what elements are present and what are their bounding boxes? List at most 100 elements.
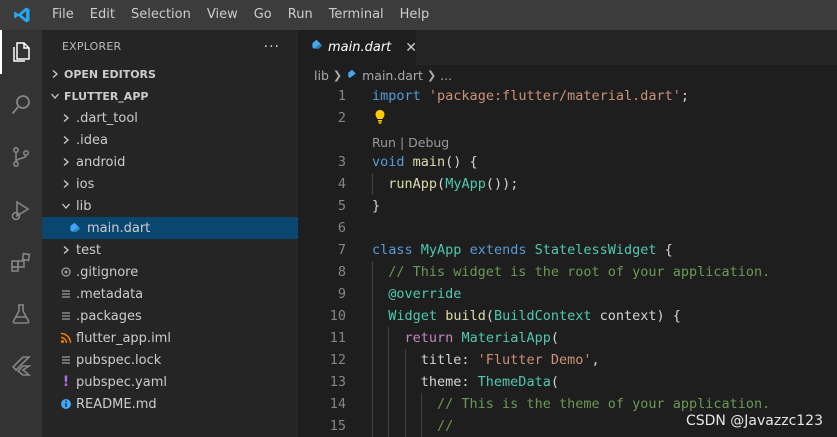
line-number: 6 bbox=[337, 220, 346, 236]
code-token: 'Flutter Demo' bbox=[477, 352, 592, 368]
line-number: 9 bbox=[337, 286, 346, 302]
code-token: extends bbox=[469, 242, 527, 258]
tab-main-dart[interactable]: main.dart ✕ bbox=[298, 30, 417, 65]
code-token: context) { bbox=[591, 308, 681, 324]
more-actions-icon[interactable]: ··· bbox=[264, 39, 280, 55]
line-number: 4 bbox=[337, 176, 346, 192]
line-number: 1 bbox=[337, 88, 346, 104]
line-number: 7 bbox=[337, 242, 346, 258]
code-line: 1 import 'package:flutter/material.dart'; bbox=[298, 85, 837, 107]
extensions-icon[interactable] bbox=[0, 240, 42, 284]
tree-item-label: ios bbox=[76, 176, 95, 192]
code-line: 6 bbox=[298, 217, 837, 239]
tree-file[interactable]: .gitignore bbox=[42, 261, 298, 283]
menu-go[interactable]: Go bbox=[246, 0, 280, 30]
explorer-icon[interactable] bbox=[0, 30, 42, 74]
project-label: FLUTTER_APP bbox=[64, 89, 149, 103]
tree-file[interactable]: ! pubspec.yaml bbox=[42, 371, 298, 393]
breadcrumb: lib ❯ main.dart ❯ ... bbox=[298, 65, 837, 85]
tree-file[interactable]: README.md bbox=[42, 393, 298, 415]
code-token: ( bbox=[550, 374, 559, 390]
code-line: 5} bbox=[298, 195, 837, 217]
flutter-icon[interactable] bbox=[0, 344, 42, 388]
code-token: main bbox=[412, 154, 446, 170]
code-line: 7 class MyApp extends StatelessWidget { bbox=[298, 239, 837, 261]
code-line: 13 theme: ThemeData( bbox=[298, 371, 837, 393]
tree-file[interactable]: pubspec.lock bbox=[42, 349, 298, 371]
tree-item-label: test bbox=[76, 242, 101, 258]
code-token: ( bbox=[550, 330, 559, 346]
code-token: import bbox=[372, 88, 421, 104]
vscode-logo-icon bbox=[0, 0, 44, 30]
code-token: StatelessWidget bbox=[534, 242, 657, 258]
code-line: 9 @override bbox=[298, 283, 837, 305]
menu-edit[interactable]: Edit bbox=[82, 0, 123, 30]
tree-item-label: lib bbox=[76, 198, 92, 214]
tree-folder[interactable]: .idea bbox=[42, 129, 298, 151]
code-text: return MaterialApp( bbox=[372, 327, 559, 349]
code-token: // bbox=[437, 418, 454, 434]
menu-run[interactable]: Run bbox=[280, 0, 321, 30]
tree-item-label: .metadata bbox=[76, 286, 144, 302]
open-editors-section[interactable]: OPEN EDITORS bbox=[42, 63, 298, 85]
file-lines-icon bbox=[58, 288, 74, 300]
code-token: ThemeData bbox=[477, 374, 551, 390]
tree-item-label: README.md bbox=[76, 396, 157, 412]
search-icon[interactable] bbox=[0, 83, 42, 127]
close-icon[interactable]: ✕ bbox=[405, 40, 417, 56]
code-token: @override bbox=[388, 286, 462, 302]
tree-folder[interactable]: android bbox=[42, 151, 298, 173]
dart-file-icon bbox=[310, 39, 323, 56]
chevron-right-icon bbox=[58, 245, 74, 255]
code-text: // This is the theme of your application… bbox=[372, 393, 770, 415]
code-token: class bbox=[372, 242, 413, 258]
tree-folder[interactable]: .dart_tool bbox=[42, 107, 298, 129]
breadcrumb-folder[interactable]: lib bbox=[314, 68, 329, 83]
menu-help[interactable]: Help bbox=[392, 0, 438, 30]
code-token: { bbox=[656, 242, 673, 258]
tree-folder[interactable]: lib bbox=[42, 195, 298, 217]
code-token: runApp bbox=[388, 176, 438, 192]
breadcrumb-file[interactable]: main.dart bbox=[362, 68, 423, 83]
chevron-right-icon bbox=[58, 179, 74, 189]
code-line: 4 runApp(MyApp()); bbox=[298, 173, 837, 195]
tree-item-label: pubspec.yaml bbox=[76, 374, 167, 390]
menu-terminal[interactable]: Terminal bbox=[321, 0, 392, 30]
code-token: 'package:flutter/material.dart' bbox=[428, 88, 681, 104]
indent-guide bbox=[372, 173, 373, 195]
code-editor[interactable]: Run | Debug 1 import 'package:flutter/mat… bbox=[298, 85, 837, 437]
run-debug-icon[interactable] bbox=[0, 188, 42, 232]
tree-item-label: .packages bbox=[76, 308, 142, 324]
chevron-right-icon bbox=[48, 69, 62, 79]
code-token: MyApp bbox=[445, 176, 486, 192]
tree-file[interactable]: main.dart bbox=[42, 217, 298, 239]
tree-folder[interactable]: ios bbox=[42, 173, 298, 195]
chevron-right-icon: ❯ bbox=[332, 68, 343, 82]
menu-selection[interactable]: Selection bbox=[123, 0, 199, 30]
code-token: void bbox=[372, 154, 405, 170]
code-text: // bbox=[372, 415, 453, 437]
testing-icon[interactable] bbox=[0, 292, 42, 336]
menu-file[interactable]: File bbox=[44, 0, 82, 30]
tree-folder[interactable]: test bbox=[42, 239, 298, 261]
code-line: 10 Widget build(BuildContext context) { bbox=[298, 305, 837, 327]
source-control-icon[interactable] bbox=[0, 135, 42, 179]
tree-file[interactable]: flutter_app.iml bbox=[42, 327, 298, 349]
tree-file[interactable]: .metadata bbox=[42, 283, 298, 305]
code-text: import 'package:flutter/material.dart'; bbox=[372, 85, 689, 107]
code-text: // This widget is the root of your appli… bbox=[372, 261, 770, 283]
tree-item-label: .dart_tool bbox=[76, 110, 138, 126]
project-section[interactable]: FLUTTER_APP bbox=[42, 85, 298, 107]
code-token: ()); bbox=[485, 176, 519, 192]
tree-file[interactable]: .packages bbox=[42, 305, 298, 327]
indent-guide bbox=[404, 349, 406, 437]
breadcrumb-more[interactable]: ... bbox=[440, 68, 452, 83]
menu-view[interactable]: View bbox=[199, 0, 246, 30]
